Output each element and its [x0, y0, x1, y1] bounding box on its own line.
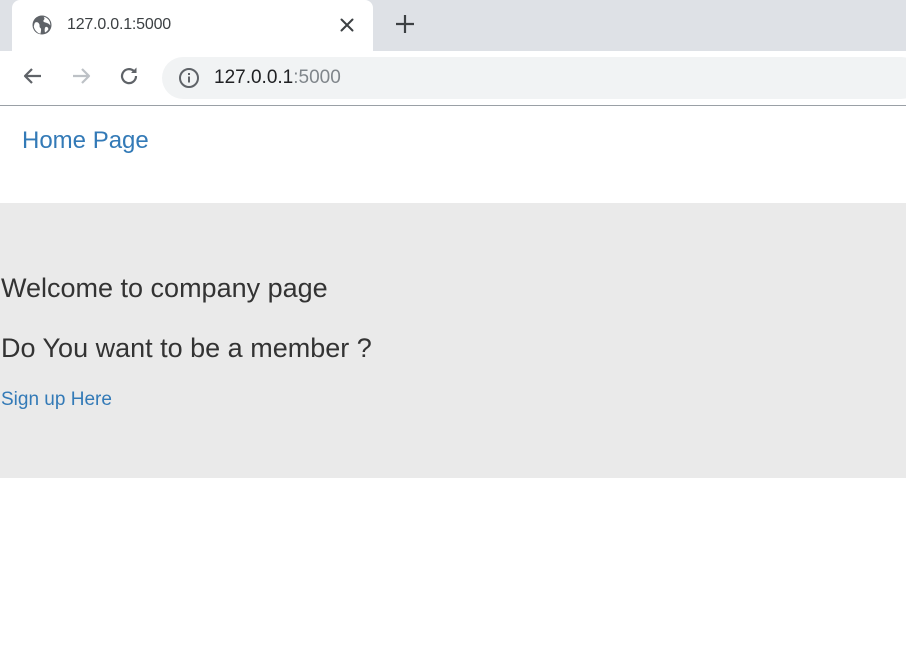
tab-title: 127.0.0.1:5000	[67, 16, 171, 33]
member-question: Do You want to be a member ?	[1, 333, 372, 363]
address-bar[interactable]: 127.0.0.1:5000	[162, 57, 906, 99]
tab-strip: 127.0.0.1:5000	[0, 0, 906, 51]
reload-icon[interactable]	[117, 64, 141, 88]
forward-arrow-icon[interactable]	[69, 64, 93, 88]
browser-toolbar: 127.0.0.1:5000	[0, 51, 906, 106]
url-port: :5000	[293, 67, 341, 88]
close-tab-icon[interactable]	[337, 15, 357, 35]
jumbotron: Welcome to company page Do You want to b…	[0, 203, 906, 478]
home-page-link[interactable]: Home Page	[22, 127, 149, 155]
browser-tab[interactable]: 127.0.0.1:5000	[12, 0, 373, 51]
info-icon[interactable]	[178, 67, 200, 89]
welcome-heading: Welcome to company page	[1, 273, 328, 303]
back-arrow-icon[interactable]	[21, 64, 45, 88]
sign-up-link[interactable]: Sign up Here	[1, 389, 112, 411]
url-text: 127.0.0.1:5000	[214, 67, 341, 89]
globe-icon	[32, 15, 52, 35]
new-tab-icon[interactable]	[393, 12, 417, 36]
url-host: 127.0.0.1	[214, 67, 294, 88]
